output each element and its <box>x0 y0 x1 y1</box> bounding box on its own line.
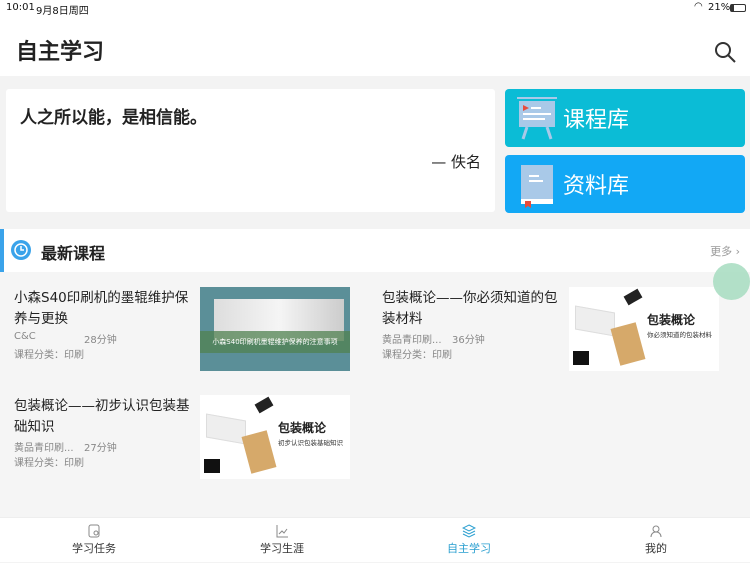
course-category: 课程分类：印刷 <box>14 458 84 469</box>
line-chart-icon <box>276 525 288 538</box>
battery-icon <box>730 4 746 12</box>
bottom-tab-bar: 学习任务 学习生涯 自主学习 我的 <box>0 517 750 562</box>
course-title: 包装概论——你必须知道的包装材料 <box>382 290 558 327</box>
course-duration: 27分钟 <box>84 443 117 454</box>
tab-label: 我的 <box>645 542 667 555</box>
material-library-button[interactable]: 资料库 <box>505 155 745 213</box>
tab-label: 学习生涯 <box>260 542 304 555</box>
course-duration: 28分钟 <box>84 335 117 346</box>
course-author: 黄品青印刷... <box>382 335 442 346</box>
presentation-board-icon <box>517 97 557 140</box>
course-thumbnail: 包装概论初步认识包装基础知识 <box>200 395 350 479</box>
task-icon <box>88 524 100 538</box>
tab-me[interactable]: 我的 <box>562 518 750 563</box>
course-library-button[interactable]: 课程库 <box>505 89 745 147</box>
course-title: 小森S40印刷机的墨辊维护保养与更换 <box>14 290 189 327</box>
section-accent-bar <box>0 229 4 272</box>
course-library-label: 课程库 <box>563 108 630 133</box>
course-title: 包装概论——初步认识包装基础知识 <box>14 398 190 435</box>
quote-text: 人之所以能，是相信能。 <box>20 108 207 128</box>
status-date: 9月8日周四 <box>36 6 89 17</box>
book-icon <box>521 165 553 208</box>
tab-label: 自主学习 <box>447 542 491 555</box>
status-bar: 10:01 9月8日周四 ◠ 21% <box>0 0 750 17</box>
tab-self-study[interactable]: 自主学习 <box>375 518 563 563</box>
tab-learning-career[interactable]: 学习生涯 <box>188 518 376 563</box>
course-list: 小森S40印刷机的墨辊维护保养与更换 C&C 28分钟 课程分类：印刷 小森S4… <box>0 272 750 517</box>
more-link[interactable]: 更多 › <box>710 243 740 259</box>
thumbnail-subtitle: 你必须知道的包装材料 <box>647 331 712 339</box>
page-title: 自主学习 <box>16 40 105 65</box>
course-duration: 36分钟 <box>452 335 485 346</box>
course-thumbnail: 小森S40印刷机墨辊维护保养的注意事项 <box>200 287 350 371</box>
latest-courses-header: 最新课程 更多 › <box>0 229 750 272</box>
quote-card: 人之所以能，是相信能。 — 佚名 <box>6 89 495 212</box>
header: 自主学习 <box>0 16 750 76</box>
search-icon[interactable] <box>713 40 737 64</box>
layers-icon <box>462 524 476 538</box>
chevron-right-icon: › <box>735 245 740 258</box>
material-library-label: 资料库 <box>563 174 630 199</box>
thumbnail-caption: 小森S40印刷机墨辊维护保养的注意事项 <box>200 331 350 353</box>
course-author: C&C <box>14 331 36 342</box>
course-thumbnail: 包装概论你必须知道的包装材料 <box>569 287 719 371</box>
course-category: 课程分类：印刷 <box>14 350 84 361</box>
thumbnail-title: 包装概论 <box>278 421 327 435</box>
status-time: 10:01 <box>6 2 35 13</box>
clock-icon <box>11 240 31 260</box>
user-icon <box>650 525 662 538</box>
wifi-icon: ◠ <box>694 1 703 12</box>
thumbnail-subtitle: 初步认识包装基础知识 <box>278 439 343 447</box>
thumbnail-title: 包装概论 <box>647 313 696 327</box>
course-author: 黄品青印刷... <box>14 443 74 454</box>
section-title: 最新课程 <box>41 244 106 263</box>
more-label: 更多 <box>710 245 733 258</box>
tab-learning-tasks[interactable]: 学习任务 <box>0 518 188 563</box>
quote-author: — 佚名 <box>431 153 481 171</box>
course-category: 课程分类：印刷 <box>382 350 452 361</box>
battery-level: 21% <box>708 2 731 13</box>
floating-assistive-button[interactable] <box>713 263 750 300</box>
tab-label: 学习任务 <box>72 542 116 555</box>
